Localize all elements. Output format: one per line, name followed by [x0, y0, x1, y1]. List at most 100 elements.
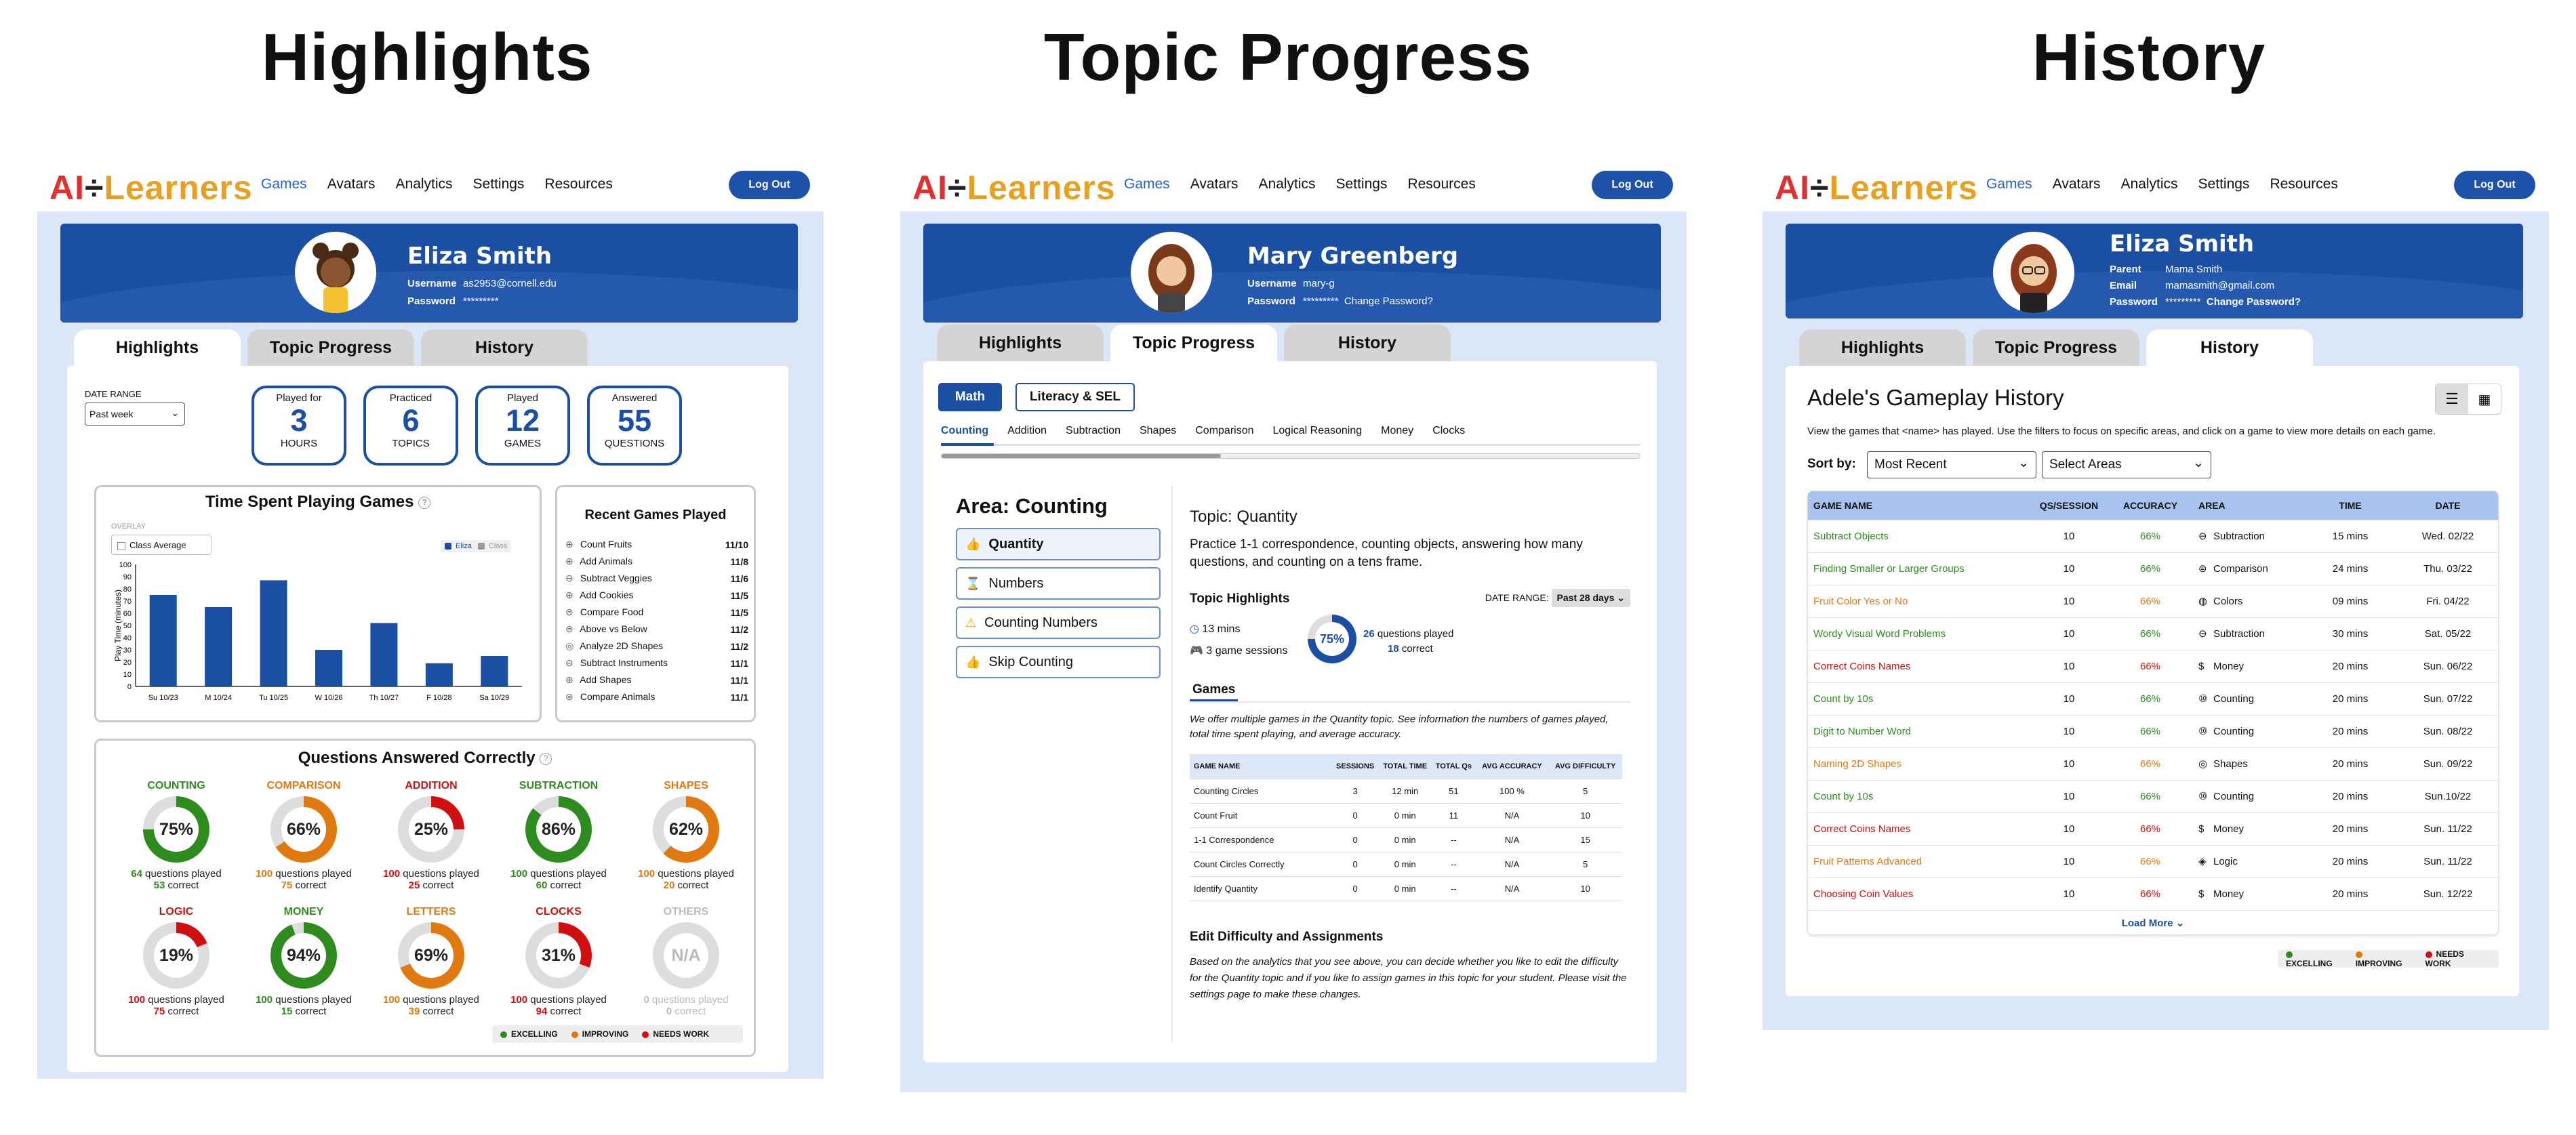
table-row[interactable]: 1-1 Correspondence 0 0 min -- N/A 15: [1190, 827, 1622, 852]
table-row[interactable]: Correct Coins Names 10 66% $ Money 20 mins Sun…: [1808, 812, 2498, 846]
bar[interactable]: [481, 656, 508, 686]
tab-topic-progress[interactable]: Topic Progress: [1973, 329, 2139, 366]
tab-topic-progress[interactable]: Topic Progress: [247, 329, 414, 366]
logout-button[interactable]: Log Out: [1592, 171, 1673, 199]
nav-games[interactable]: Games: [261, 176, 307, 192]
nav-resources[interactable]: Resources: [2270, 176, 2337, 192]
compare-icon: ⊜: [565, 691, 573, 702]
recent-game-item[interactable]: ⊖ Subtract Instruments 11/1: [565, 655, 748, 672]
table-row[interactable]: Choosing Coin Values 10 66% $ Money 20 mins Su…: [1808, 878, 2498, 911]
table-row[interactable]: Fruit Patterns Advanced 10 66% ◈ Logic 20 min…: [1808, 845, 2498, 878]
tab-history[interactable]: History: [421, 329, 588, 366]
nav-resources[interactable]: Resources: [1407, 176, 1475, 192]
bar[interactable]: [149, 595, 177, 686]
area-select[interactable]: Select Areas ⌄: [2042, 451, 2211, 478]
area-item[interactable]: 👍 Quantity: [956, 528, 1161, 560]
topic-subtab[interactable]: Comparison: [1195, 425, 1253, 437]
table-row[interactable]: Subtract Objects 10 66% ⊖ Subtraction 15 mins…: [1808, 520, 2498, 553]
recent-game-item[interactable]: ⊕ Add Cookies 11/5: [565, 587, 748, 604]
nav-resources[interactable]: Resources: [544, 176, 612, 192]
counting-icon: ⑩: [2198, 726, 2208, 737]
logo[interactable]: AI÷Learners: [912, 168, 1116, 207]
change-password-link[interactable]: Change Password?: [2207, 296, 2301, 308]
scrollbar[interactable]: [942, 454, 1221, 458]
subject-math[interactable]: Math: [938, 383, 1002, 411]
topic-subtab[interactable]: Logical Reasoning: [1273, 425, 1363, 437]
recent-game-item[interactable]: ⊖ Subtract Veggies 11/6: [565, 570, 748, 587]
table-row[interactable]: Count by 10s 10 66% ⑩ Counting 20 mins Sun. 07…: [1808, 682, 2498, 716]
bar[interactable]: [315, 650, 342, 686]
load-more-button[interactable]: Load More ⌄: [1808, 917, 2498, 929]
topic-subtab[interactable]: Counting: [941, 425, 988, 437]
tab-highlights[interactable]: Highlights: [1799, 329, 1966, 366]
bar[interactable]: [260, 580, 287, 686]
nav-analytics[interactable]: Analytics: [2121, 176, 2178, 192]
recent-game-item[interactable]: ⊜ Above vs Below 11/2: [565, 621, 748, 638]
table-row[interactable]: Identify Quantity 0 0 min -- N/A 10: [1190, 876, 1622, 901]
nav-settings[interactable]: Settings: [2198, 176, 2250, 192]
logic-icon: ◈: [2198, 856, 2207, 867]
nav-avatars[interactable]: Avatars: [1190, 176, 1239, 192]
tab-highlights[interactable]: Highlights: [937, 325, 1104, 361]
area-item[interactable]: ⌛ Numbers: [956, 567, 1161, 600]
bar[interactable]: [370, 623, 398, 686]
table-row[interactable]: Naming 2D Shapes 10 66% ◎ Shapes 20 mins Sun. …: [1808, 747, 2498, 781]
tab-highlights[interactable]: Highlights: [74, 329, 241, 366]
nav-settings[interactable]: Settings: [473, 176, 525, 192]
nav-analytics[interactable]: Analytics: [1259, 176, 1316, 192]
subject-literacy[interactable]: Literacy & SEL: [1015, 383, 1135, 411]
topic-subtab[interactable]: Money: [1381, 425, 1413, 437]
topic-desc: Practice 1-1 correspondence, counting ob…: [1190, 537, 1583, 569]
nav-settings[interactable]: Settings: [1336, 176, 1388, 192]
table-row[interactable]: Fruit Color Yes or No 10 66% ◍ Colors 09 mins…: [1808, 585, 2498, 618]
recent-game-item[interactable]: ⊕ Add Animals 11/8: [565, 553, 748, 570]
recent-game-item[interactable]: ⊜ Compare Animals 11/1: [565, 688, 748, 705]
nav-analytics[interactable]: Analytics: [396, 176, 453, 192]
table-row[interactable]: Count Fruit 0 0 min 11 N/A 10: [1190, 803, 1622, 828]
table-row[interactable]: Finding Smaller or Larger Groups 10 66% ⊜ Co…: [1808, 552, 2498, 585]
bar[interactable]: [205, 607, 233, 686]
recent-game-item[interactable]: ⊕ Add Shapes 11/1: [565, 672, 748, 688]
table-row[interactable]: Count Circles Correctly 0 0 min -- N/A 5: [1190, 852, 1622, 877]
table-row[interactable]: Count by 10s 10 66% ⑩ Counting 20 mins Sun.10/…: [1808, 780, 2498, 813]
calendar-icon[interactable]: ▦: [2468, 384, 2501, 414]
logout-button[interactable]: Log Out: [2454, 171, 2535, 199]
nav-avatars[interactable]: Avatars: [2053, 176, 2101, 192]
recent-game-item[interactable]: ⊕ Count Fruits 11/10: [565, 536, 748, 553]
clock-icon: ◷: [1190, 623, 1199, 635]
date-range-select[interactable]: Past 28 days ⌄: [1551, 589, 1630, 607]
topic-subtab[interactable]: Clocks: [1432, 425, 1465, 437]
date-range-select[interactable]: Past week ⌄: [85, 403, 185, 426]
recent-game-item[interactable]: ◎ Analyze 2D Shapes 11/2: [565, 638, 748, 655]
topic-subtab[interactable]: Shapes: [1140, 425, 1176, 437]
nav-games[interactable]: Games: [1986, 176, 2032, 192]
help-icon[interactable]: ?: [540, 752, 552, 765]
area-item[interactable]: ⚠ Counting Numbers: [956, 606, 1161, 639]
help-icon[interactable]: ?: [418, 496, 431, 509]
list-view-icon[interactable]: ☰: [2436, 384, 2468, 414]
bar[interactable]: [425, 663, 453, 686]
table-row[interactable]: Digit to Number Word 10 66% ⑩ Counting 20 min…: [1808, 715, 2498, 748]
change-password-link[interactable]: Change Password?: [1344, 295, 1433, 307]
area-item[interactable]: 👍 Skip Counting: [956, 646, 1161, 678]
table-row[interactable]: Correct Coins Names 10 66% $ Money 20 mins Sun…: [1808, 650, 2498, 683]
sort-select[interactable]: Most Recent ⌄: [1867, 451, 2036, 478]
table-row[interactable]: Wordy Visual Word Problems 10 66% ⊖ Subtract…: [1808, 617, 2498, 651]
table-row[interactable]: Counting Circles 3 12 min 51 100 % 5: [1190, 779, 1622, 804]
x-tick-label: Su 10/23: [148, 694, 178, 702]
tab-topic-progress[interactable]: Topic Progress: [1110, 325, 1277, 361]
logout-button[interactable]: Log Out: [729, 171, 810, 199]
highlights-card: DATE RANGE Past week ⌄ Played for 3 HOURS P…: [67, 366, 788, 1072]
topic-subtab[interactable]: Addition: [1007, 425, 1047, 437]
logo[interactable]: AI÷Learners: [49, 168, 253, 207]
nav-games[interactable]: Games: [1124, 176, 1170, 192]
logo[interactable]: AI÷Learners: [1775, 168, 1978, 207]
nav-avatars[interactable]: Avatars: [327, 176, 376, 192]
topic-subtab[interactable]: Subtraction: [1066, 425, 1121, 437]
tab-history[interactable]: History: [1284, 325, 1451, 361]
tab-history[interactable]: History: [2146, 329, 2313, 366]
recent-game-item[interactable]: ⊜ Compare Food 11/5: [565, 604, 748, 621]
profile-banner: Mary Greenberg Username mary-g Password **…: [923, 224, 1661, 323]
class-average-checkbox[interactable]: Class Average: [111, 535, 212, 555]
sort-label: Sort by:: [1807, 457, 1856, 471]
